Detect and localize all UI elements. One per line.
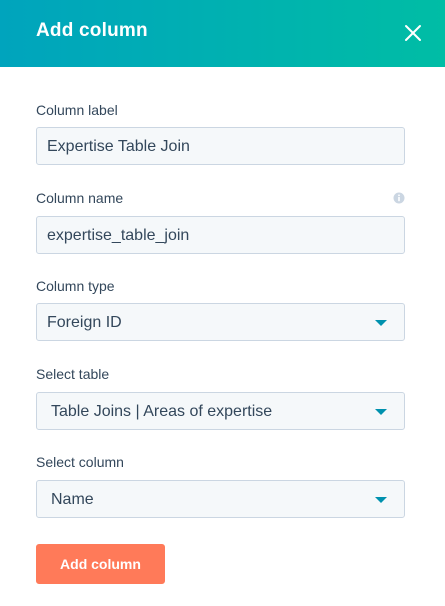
chevron-down-icon (375, 497, 387, 503)
select-table-select[interactable]: Table Joins | Areas of expertise (36, 392, 405, 430)
panel-title: Add column (36, 20, 148, 41)
select-column-select[interactable]: Name (36, 480, 405, 518)
add-column-panel: Add column Column label Expertise Table … (0, 0, 445, 606)
info-icon[interactable] (393, 192, 405, 204)
select-table-label: Select table (36, 366, 110, 382)
column-name-input[interactable]: expertise_table_join (36, 216, 405, 254)
column-name-label: Column name (36, 190, 124, 206)
column-label-input[interactable]: Expertise Table Join (36, 127, 405, 165)
column-type-label: Column type (36, 278, 115, 294)
select-column-label: Select column (36, 454, 124, 470)
column-label-label: Column label (36, 102, 118, 118)
select-table-selected: Table Joins | Areas of expertise (51, 403, 273, 420)
column-type-selected: Foreign ID (47, 314, 122, 331)
close-icon (405, 25, 421, 41)
panel-header: Add column (0, 0, 445, 67)
column-name-value: expertise_table_join (47, 227, 190, 244)
select-column-selected: Name (51, 491, 94, 508)
chevron-down-icon (375, 409, 387, 415)
column-type-select[interactable]: Foreign ID (36, 303, 405, 341)
chevron-down-icon (375, 320, 387, 326)
close-button[interactable] (399, 19, 427, 47)
column-label-value: Expertise Table Join (47, 138, 190, 155)
add-column-button[interactable]: Add column (36, 544, 165, 584)
